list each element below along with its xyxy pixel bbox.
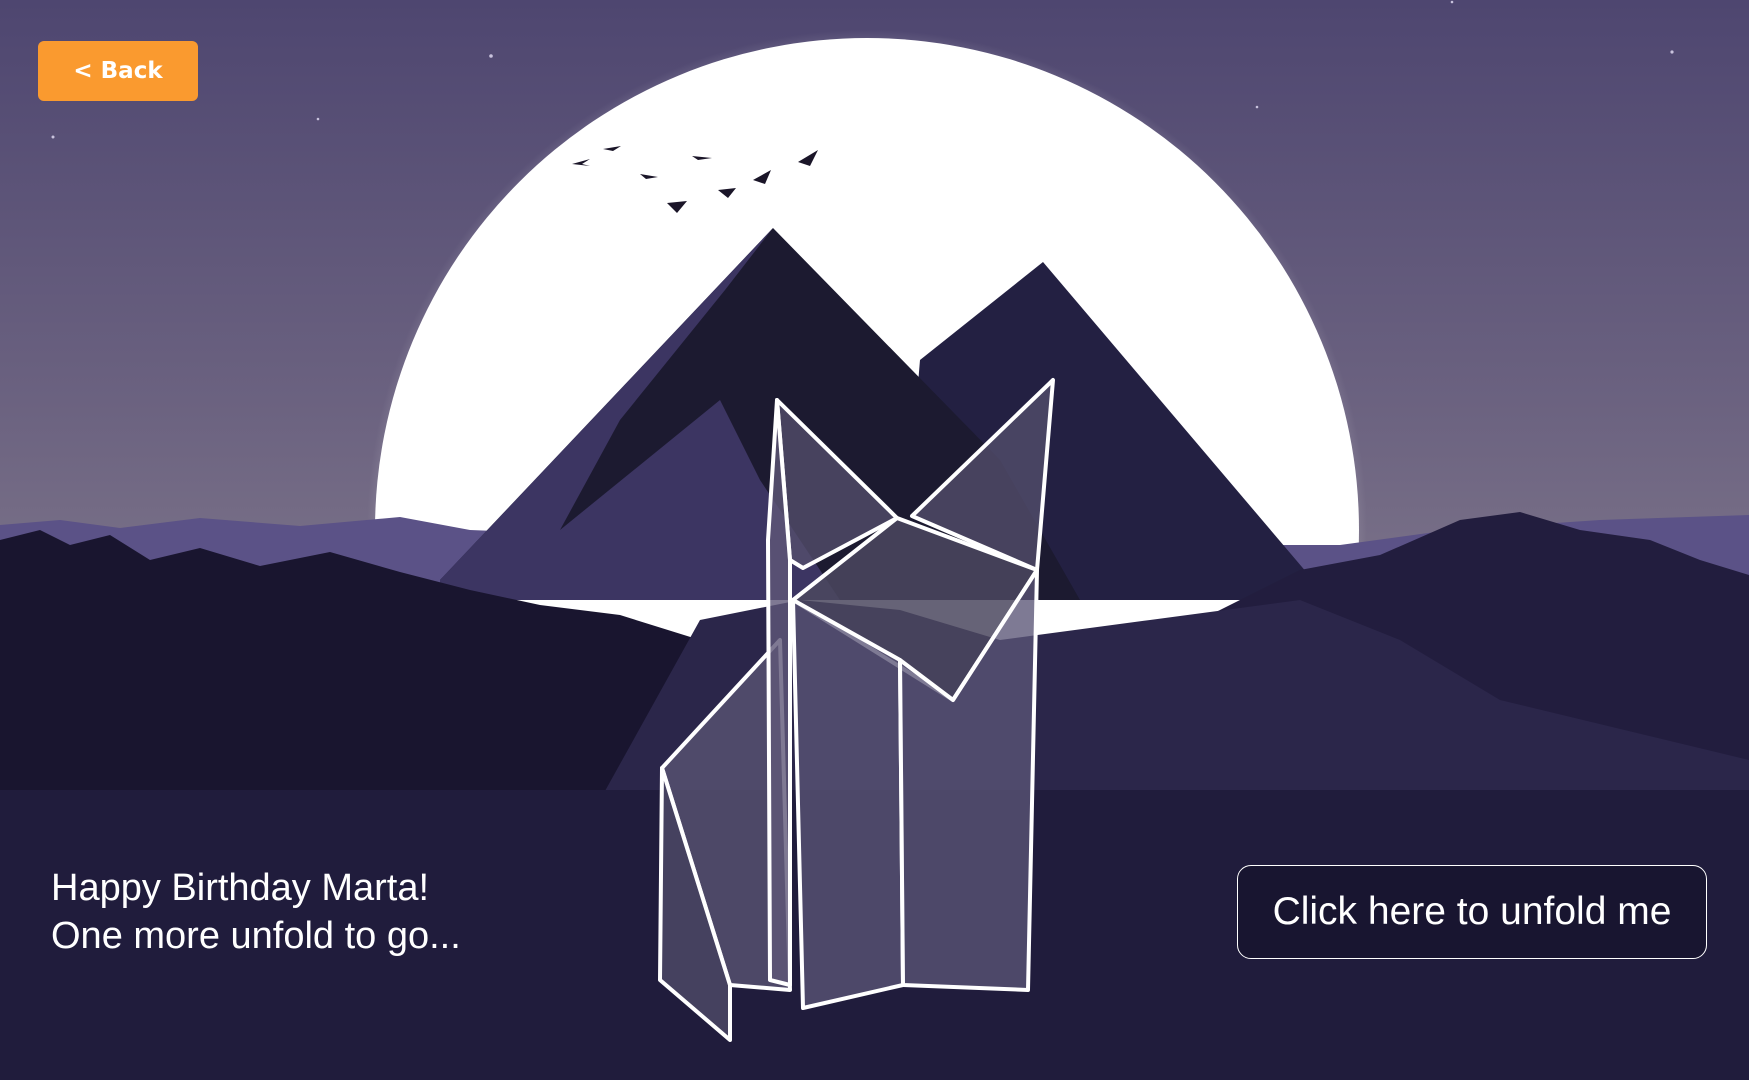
fox-body-front [791, 598, 905, 1010]
birthday-message: Happy Birthday Marta! One more unfold to… [51, 864, 461, 960]
message-line-2: One more unfold to go... [51, 915, 461, 957]
message-line-1: Happy Birthday Marta! [51, 867, 430, 909]
back-button[interactable]: < Back [38, 41, 198, 101]
unfold-button[interactable]: Click here to unfold me [1237, 865, 1707, 959]
